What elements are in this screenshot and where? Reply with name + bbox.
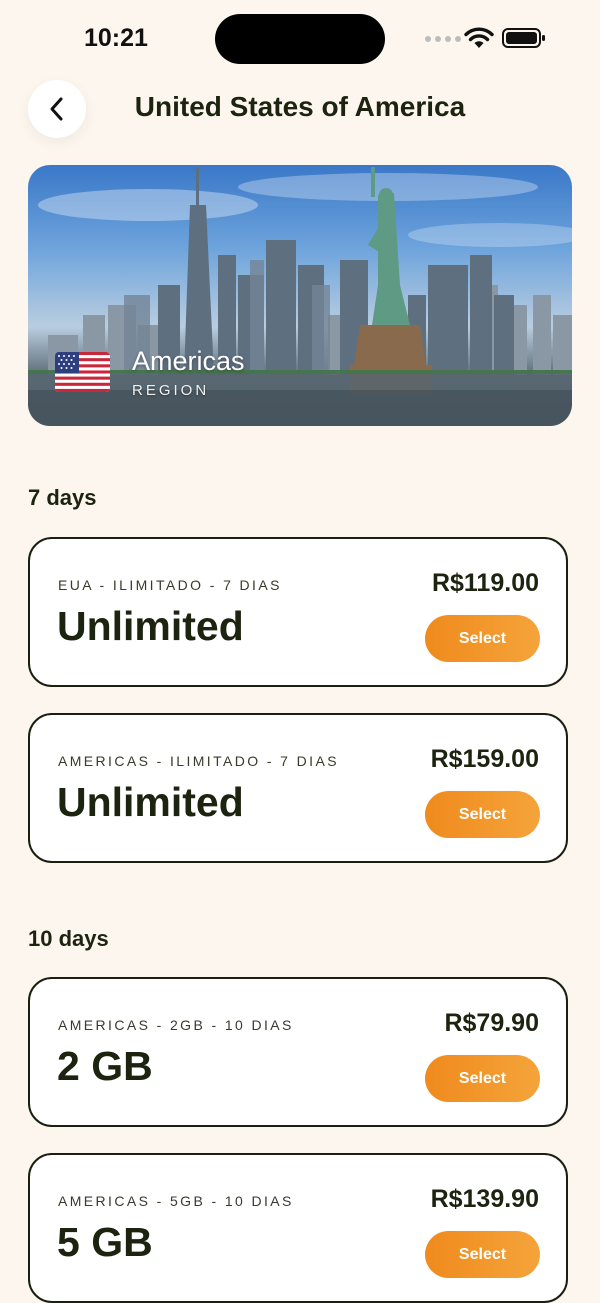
plan-card[interactable]: AMERICAS - 2GB - 10 DIAS 2 GB R$79.90 Se… — [28, 977, 568, 1127]
plan-price: R$139.90 — [430, 1185, 539, 1213]
plan-data-amount: Unlimited — [57, 603, 244, 649]
cellular-signal-icon — [425, 36, 461, 42]
battery-icon — [502, 28, 545, 48]
plan-price: R$119.00 — [431, 569, 539, 597]
region-name: Americas — [132, 346, 245, 376]
us-flag-icon — [55, 352, 110, 392]
page-title: United States of America — [134, 91, 466, 122]
plan-card[interactable]: AMERICAS - ILIMITADO - 7 DIAS Unlimited … — [28, 713, 568, 863]
plan-card[interactable]: AMERICAS - 5GB - 10 DIAS 5 GB R$139.90 S… — [28, 1153, 568, 1303]
plan-code: AMERICAS - 5GB - 10 DIAS — [58, 1193, 294, 1209]
select-button[interactable]: Select — [425, 1231, 540, 1278]
plan-price: R$159.00 — [430, 745, 539, 773]
section-title-7-days: 7 days — [28, 485, 97, 510]
section-title-10-days: 10 days — [28, 926, 109, 951]
region-label: REGION — [132, 382, 210, 399]
dynamic-island — [215, 14, 385, 64]
plan-code: AMERICAS - 2GB - 10 DIAS — [58, 1017, 294, 1033]
region-hero-banner: Americas REGION — [28, 165, 572, 426]
status-time: 10:21 — [84, 24, 148, 52]
plan-price: R$79.90 — [444, 1009, 539, 1037]
plan-code: EUA - ILIMITADO - 7 DIAS — [58, 577, 282, 593]
select-button[interactable]: Select — [425, 615, 540, 662]
plan-data-amount: 2 GB — [57, 1043, 153, 1089]
wifi-icon — [464, 27, 494, 48]
plan-code: AMERICAS - ILIMITADO - 7 DIAS — [58, 753, 339, 769]
select-button[interactable]: Select — [425, 791, 540, 838]
plan-data-amount: Unlimited — [57, 779, 244, 825]
plan-card[interactable]: EUA - ILIMITADO - 7 DIAS Unlimited R$119… — [28, 537, 568, 687]
plan-data-amount: 5 GB — [57, 1219, 153, 1265]
select-button[interactable]: Select — [425, 1055, 540, 1102]
